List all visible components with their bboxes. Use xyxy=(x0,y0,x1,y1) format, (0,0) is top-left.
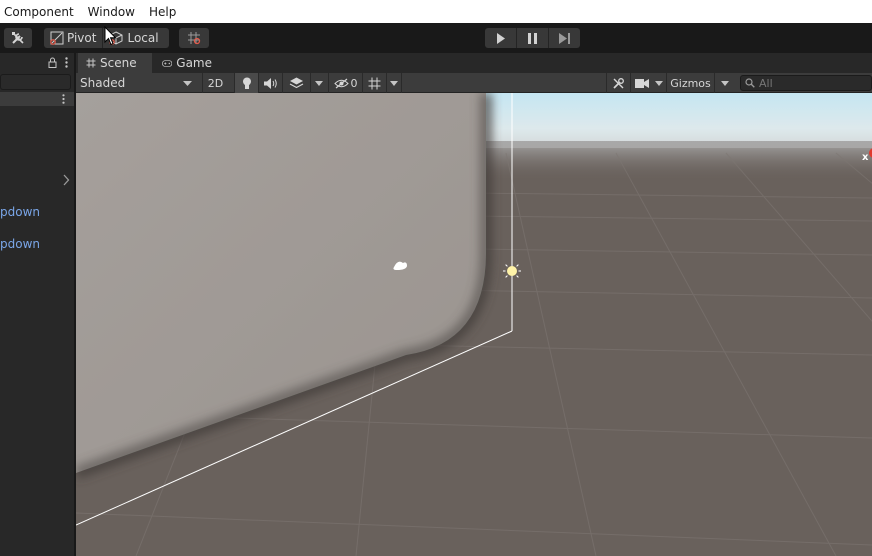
grid-dropdown[interactable] xyxy=(386,73,402,93)
camera-dropdown[interactable] xyxy=(652,73,666,93)
tab-game[interactable]: Game xyxy=(154,53,220,73)
draw-mode-label: Shaded xyxy=(80,76,126,90)
pivot-label: Pivot xyxy=(67,31,97,45)
light-bulb-icon xyxy=(242,77,251,89)
tab-scene-label: Scene xyxy=(100,56,137,70)
menu-bar: Component Window Help xyxy=(0,0,872,23)
pause-icon xyxy=(528,32,537,44)
local-label: Local xyxy=(127,31,159,45)
tools-icon xyxy=(12,32,24,44)
hierarchy-search-input[interactable] xyxy=(0,74,71,90)
grid-icon xyxy=(368,77,381,89)
speaker-icon xyxy=(263,77,277,89)
tools-button[interactable] xyxy=(4,28,32,48)
gizmos-label: Gizmos xyxy=(670,76,711,90)
tab-game-label: Game xyxy=(176,56,212,70)
camera-button[interactable] xyxy=(630,73,652,93)
tab-scene[interactable]: Scene xyxy=(78,53,152,73)
draw-mode-dropdown[interactable]: Shaded xyxy=(78,74,196,92)
pause-button[interactable] xyxy=(517,28,549,48)
scene-toolbar: Shaded 2D 0 Gizmos All xyxy=(76,73,872,93)
step-icon xyxy=(558,32,570,44)
axis-x-label: x xyxy=(862,152,869,163)
effects-dropdown[interactable] xyxy=(310,73,326,93)
chevron-down-icon xyxy=(655,80,663,86)
scene-viewport[interactable]: x xyxy=(76,93,872,556)
lock-icon[interactable] xyxy=(48,57,57,68)
audio-toggle[interactable] xyxy=(258,73,282,93)
mode-2d-button[interactable]: 2D xyxy=(202,73,228,93)
menu-component[interactable]: Component xyxy=(2,5,76,19)
lighting-toggle[interactable] xyxy=(234,73,258,93)
play-button[interactable] xyxy=(485,28,517,48)
playback-controls xyxy=(485,28,580,48)
search-icon xyxy=(745,78,755,88)
main-toolbar: Pivot Local xyxy=(0,23,872,53)
chevron-down-icon xyxy=(720,80,729,86)
scene-tools-button[interactable] xyxy=(606,73,630,93)
kebab-menu-icon[interactable] xyxy=(62,94,65,104)
play-icon xyxy=(496,32,505,44)
kebab-menu-icon[interactable] xyxy=(65,57,68,68)
mode-2d-label: 2D xyxy=(207,76,224,90)
layers-icon xyxy=(289,77,304,89)
mouse-cursor-icon xyxy=(104,26,117,46)
list-item[interactable]: pdown xyxy=(0,205,40,219)
scene-tab-bar: Scene Game xyxy=(76,53,872,73)
menu-window[interactable]: Window xyxy=(86,5,137,19)
hierarchy-scene-row xyxy=(0,92,74,106)
eye-slash-icon xyxy=(333,78,349,88)
step-button[interactable] xyxy=(549,28,580,48)
tools-icon xyxy=(613,77,624,89)
hidden-objects-toggle[interactable]: 0 xyxy=(328,73,362,93)
grid-snap-button[interactable] xyxy=(179,28,209,48)
scene-render xyxy=(76,93,872,556)
hash-icon xyxy=(86,58,96,68)
pivot-button[interactable]: Pivot xyxy=(44,28,102,48)
effects-toggle[interactable] xyxy=(282,73,310,93)
grid-snap-icon xyxy=(188,32,201,45)
hidden-count: 0 xyxy=(350,76,358,90)
scene-search-placeholder: All xyxy=(759,76,773,90)
gizmos-toggle[interactable]: Gizmos xyxy=(666,73,714,93)
menu-help[interactable]: Help xyxy=(147,5,178,19)
scene-search-input[interactable]: All xyxy=(740,75,872,91)
hierarchy-panel: pdown pdown xyxy=(0,53,75,556)
chevron-down-icon xyxy=(390,80,398,86)
grid-toggle[interactable] xyxy=(362,73,386,93)
chevron-right-icon[interactable] xyxy=(62,174,70,186)
chevron-down-icon xyxy=(183,80,192,86)
list-item[interactable]: pdown xyxy=(0,237,40,251)
pivot-icon xyxy=(50,31,64,45)
chevron-down-icon xyxy=(314,80,323,86)
camera-icon xyxy=(634,78,649,88)
hierarchy-search-row xyxy=(0,72,74,92)
gamepad-icon xyxy=(162,59,173,67)
hierarchy-header xyxy=(0,53,74,72)
gizmos-dropdown[interactable] xyxy=(714,73,734,93)
